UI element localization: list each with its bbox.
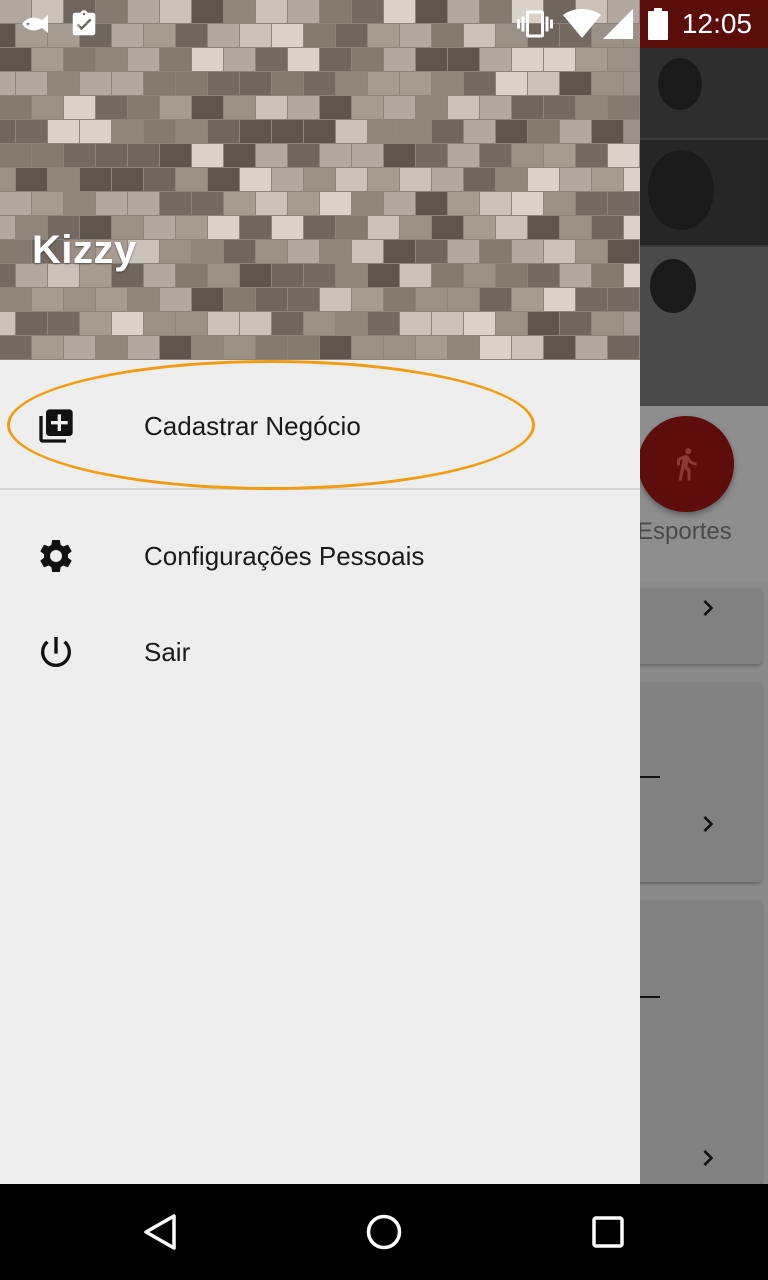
battery-icon [644,0,672,48]
list-card[interactable] [626,900,762,1184]
vibrate-icon [516,0,554,48]
add-library-icon [39,409,73,443]
category-fab[interactable] [638,416,734,512]
list-card[interactable] [626,588,762,664]
power-icon [40,637,71,667]
chevron-right-icon [703,600,714,616]
recents-icon [592,1216,624,1248]
menu-item-label: Configurações Pessoais [144,541,425,571]
chevron-right-icon [703,816,714,832]
category-label: Esportes [637,518,732,545]
wifi-icon [562,0,602,48]
menu-item-label: Cadastrar Negócio [144,411,361,441]
back-icon [144,1214,176,1250]
status-bar: 12:05 [0,0,768,48]
menu-item-cadastrar-negocio[interactable]: Cadastrar Negócio [0,378,640,474]
drawer-header: Kizzy [0,0,640,360]
running-person-icon [677,448,697,481]
home-button[interactable] [336,1184,432,1280]
chevron-right-icon [703,1150,714,1166]
recents-button[interactable] [560,1184,656,1280]
fish-icon [18,0,56,48]
background-photo [640,48,768,406]
menu-item-label: Sair [144,637,191,667]
system-nav-bar [0,1184,768,1280]
navigation-drawer: Kizzy Cadastrar Negócio Configurações Pe… [0,0,640,1184]
menu-divider [0,488,640,490]
home-icon [366,1214,402,1250]
clipboard-check-icon [66,0,102,48]
status-clock: 12:05 [681,8,752,39]
back-button[interactable] [112,1184,208,1280]
menu-item-configuracoes-pessoais[interactable]: Configurações Pessoais [0,508,640,604]
signal-icon [602,0,634,48]
menu-item-sair[interactable]: Sair [0,604,640,700]
list-card[interactable] [626,682,762,882]
drawer-header-title: Kizzy [32,228,137,272]
gear-icon [40,539,72,572]
